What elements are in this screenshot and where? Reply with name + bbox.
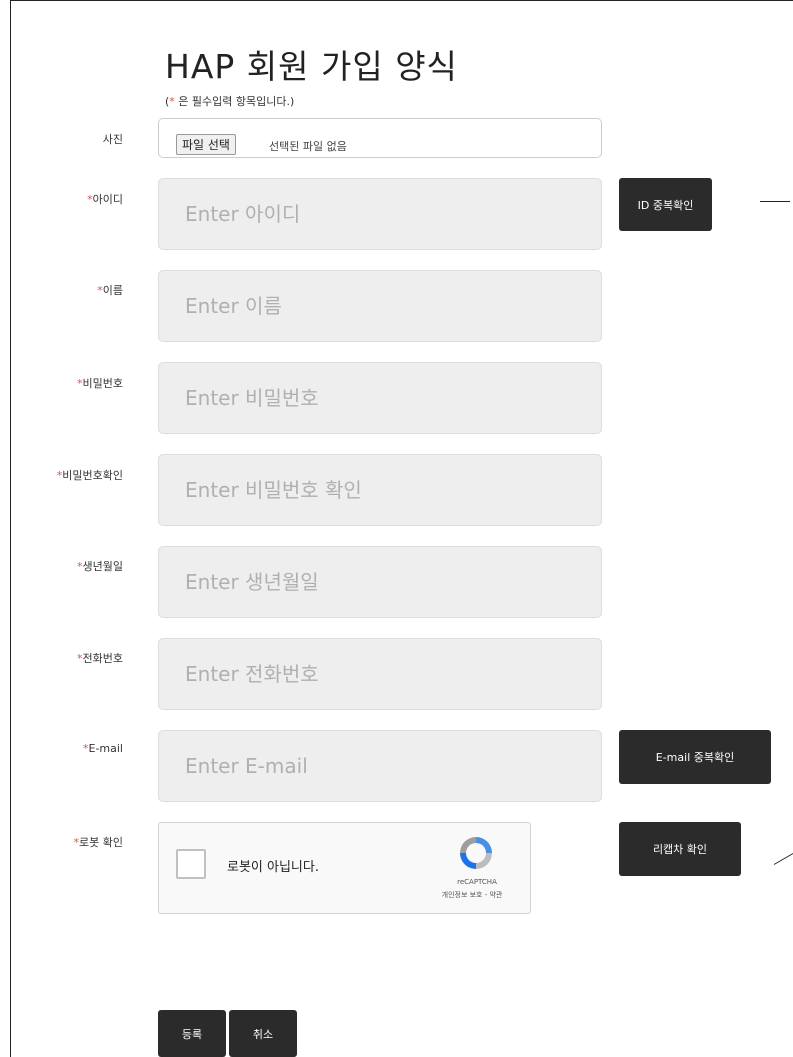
birthdate-label: *생년월일 — [77, 560, 123, 573]
password-confirm-input[interactable] — [158, 454, 602, 526]
id-check-button[interactable]: ID 중복확인 — [619, 178, 712, 231]
annotation-line — [760, 201, 790, 202]
captcha-brand: reCAPTCHA — [457, 878, 497, 886]
required-note: (* 은 필수입력 항목입니다.) — [165, 95, 295, 108]
photo-file-input[interactable]: 파일 선택 선택된 파일 없음 — [158, 118, 602, 158]
recaptcha-icon — [460, 837, 492, 869]
phone-input[interactable] — [158, 638, 602, 710]
submit-button[interactable]: 등록 — [158, 1010, 226, 1057]
password-input[interactable] — [158, 362, 602, 434]
captcha-text: 로봇이 아닙니다. — [227, 860, 319, 875]
file-status: 선택된 파일 없음 — [269, 140, 347, 153]
page-title: HAP 회원 가입 양식 — [165, 47, 458, 86]
photo-label: 사진 — [102, 133, 123, 146]
recaptcha-widget: 로봇이 아닙니다. reCAPTCHA 개인정보 보호 - 약관 — [158, 822, 531, 914]
birthdate-input[interactable] — [158, 546, 602, 618]
password-label: *비밀번호 — [77, 377, 123, 390]
password-confirm-label: *비밀번호확인 — [56, 469, 123, 482]
email-input[interactable] — [158, 730, 602, 802]
email-label: *E-mail — [83, 742, 123, 755]
captcha-checkbox[interactable] — [176, 849, 206, 879]
phone-label: *전화번호 — [77, 652, 123, 665]
id-label: *아이디 — [87, 193, 123, 206]
captcha-check-button[interactable]: 리캡차 확인 — [619, 822, 741, 876]
name-input[interactable] — [158, 270, 602, 342]
name-label: *이름 — [97, 284, 123, 297]
id-input[interactable] — [158, 178, 602, 250]
file-select-button[interactable]: 파일 선택 — [176, 134, 236, 155]
cancel-button[interactable]: 취소 — [229, 1010, 297, 1057]
captcha-links[interactable]: 개인정보 보호 - 약관 — [417, 890, 527, 900]
captcha-label: *로봇 확인 — [73, 836, 123, 849]
email-check-button[interactable]: E-mail 중복확인 — [619, 730, 771, 784]
